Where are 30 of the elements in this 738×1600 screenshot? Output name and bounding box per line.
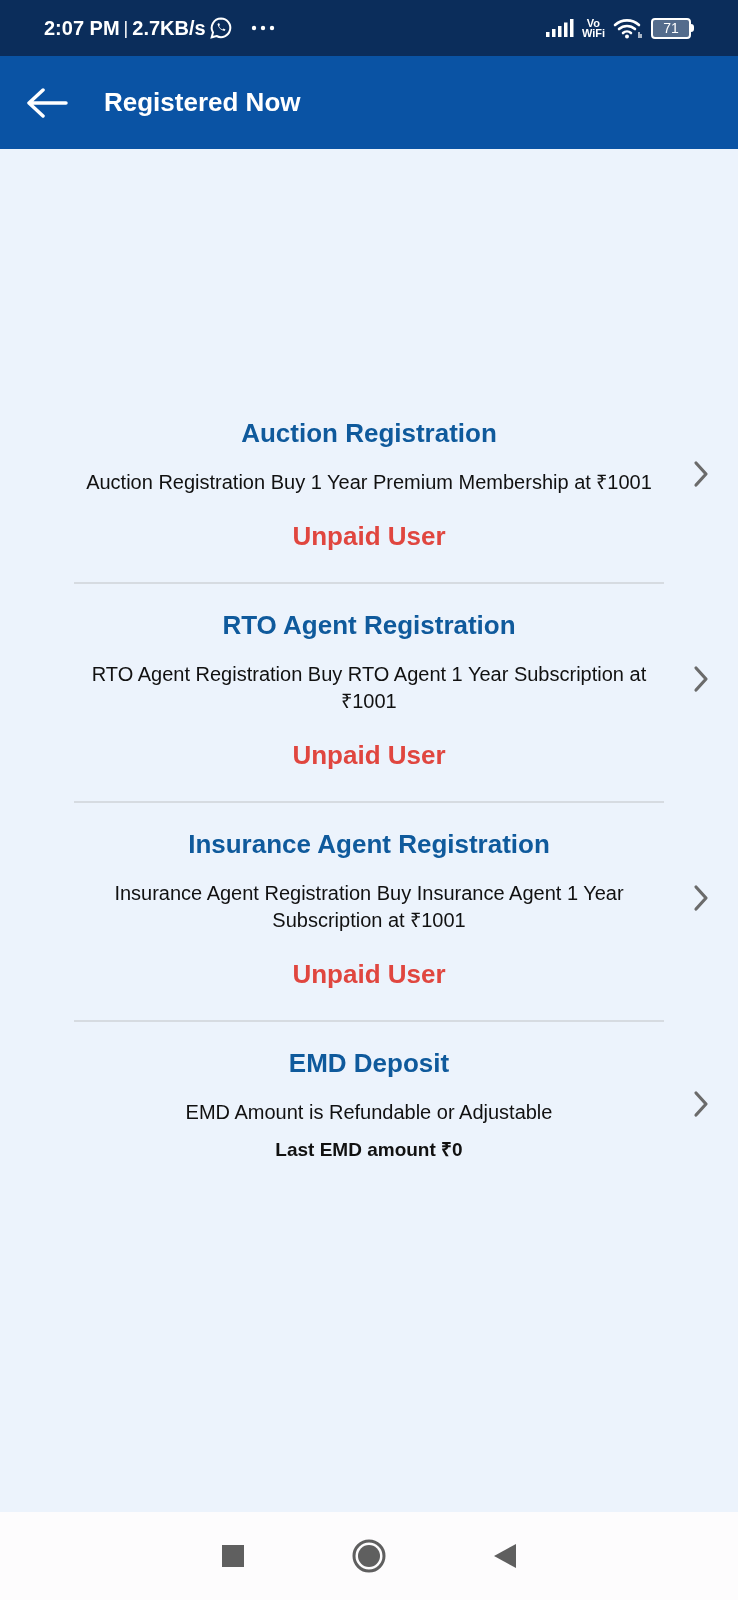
- section-description: RTO Agent Registration Buy RTO Agent 1 Year Subscription at ₹1001: [90, 662, 648, 714]
- back-icon[interactable]: [494, 1544, 516, 1568]
- back-arrow-icon[interactable]: [26, 87, 68, 118]
- chat-icon: [208, 16, 233, 40]
- more-icon: [250, 25, 275, 31]
- section-title: Insurance Agent Registration: [187, 828, 551, 861]
- vowifi-label: Vo: [586, 18, 601, 28]
- signal-icon: [545, 19, 574, 37]
- chevron-right-icon[interactable]: [693, 1089, 709, 1118]
- section-description: Auction Registration Buy 1 Year Premium Membership at ₹1001: [85, 470, 653, 495]
- section-description: Insurance Agent Registration Buy Insurance Agent 1 Year Subscription at ₹1001: [113, 881, 625, 933]
- chevron-right-icon[interactable]: [693, 665, 709, 693]
- payment-status: Unpaid User: [291, 958, 447, 991]
- home-icon[interactable]: [352, 1539, 386, 1573]
- section-title: EMD Deposit: [287, 1047, 451, 1080]
- vowifi-label: WiFi: [581, 28, 605, 38]
- status-time: 2:07 PM: [44, 16, 120, 41]
- status-separator: |: [123, 16, 129, 40]
- payment-status: Unpaid User: [291, 520, 447, 553]
- chevron-right-icon[interactable]: [693, 884, 709, 912]
- section-title: RTO Agent Registration: [221, 609, 517, 642]
- section-description: EMD Amount is Refundable or Adjustable: [184, 1100, 554, 1125]
- payment-status: Unpaid User: [291, 739, 447, 772]
- screen-title: Registered Now: [104, 86, 301, 119]
- network-speed: 2.7KB/s: [132, 16, 206, 41]
- wifi-icon: [613, 17, 643, 39]
- section-title: Auction Registration: [240, 417, 498, 450]
- emd-amount: Last EMD amount ₹0: [274, 1138, 464, 1162]
- chevron-right-icon[interactable]: [693, 459, 709, 488]
- battery-indicator: 71: [651, 17, 694, 39]
